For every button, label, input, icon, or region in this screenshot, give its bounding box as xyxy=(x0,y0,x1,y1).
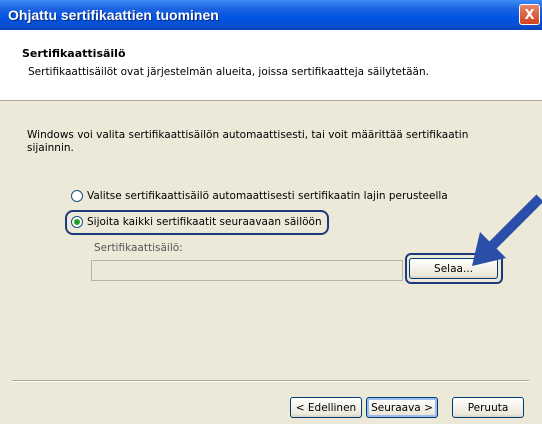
radio-auto-option[interactable]: Valitse sertifikaattisäilö automaattises… xyxy=(71,190,448,202)
radio-manual[interactable] xyxy=(71,216,83,228)
next-button-label: Seuraava > xyxy=(371,401,433,414)
back-button-label: < Edellinen xyxy=(295,401,357,414)
page-subtitle: Sertifikaattisäilöt ovat järjestelmän al… xyxy=(28,66,429,78)
footer-divider xyxy=(12,380,529,382)
next-button[interactable]: Seuraava > xyxy=(366,397,438,418)
radio-auto[interactable] xyxy=(71,190,83,202)
browse-button-label: Selaa... xyxy=(434,262,473,275)
radio-manual-label: Sijoita kaikki sertifikaatit seuraavaan … xyxy=(87,216,322,228)
back-button[interactable]: < Edellinen xyxy=(290,397,362,418)
radio-auto-label: Valitse sertifikaattisäilö automaattises… xyxy=(87,190,448,202)
page-title: Sertifikaattisäilö xyxy=(22,47,126,60)
store-field[interactable] xyxy=(91,260,403,281)
radio-manual-option[interactable]: Sijoita kaikki sertifikaatit seuraavaan … xyxy=(71,216,322,228)
import-wizard-window: Ohjattu sertifikaattien tuominen X Serti… xyxy=(0,0,542,424)
store-label: Sertifikaattisäilö: xyxy=(94,242,183,254)
close-button[interactable]: X xyxy=(519,4,540,25)
cancel-button[interactable]: Peruuta xyxy=(452,397,524,418)
title-bar[interactable]: Ohjattu sertifikaattien tuominen X xyxy=(0,0,542,30)
description-text: Windows voi valita sertifikaattisäilön a… xyxy=(27,129,469,154)
close-icon: X xyxy=(524,8,535,23)
arrow-icon xyxy=(472,194,542,266)
window-title: Ohjattu sertifikaattien tuominen xyxy=(8,7,219,23)
cancel-button-label: Peruuta xyxy=(467,401,509,414)
